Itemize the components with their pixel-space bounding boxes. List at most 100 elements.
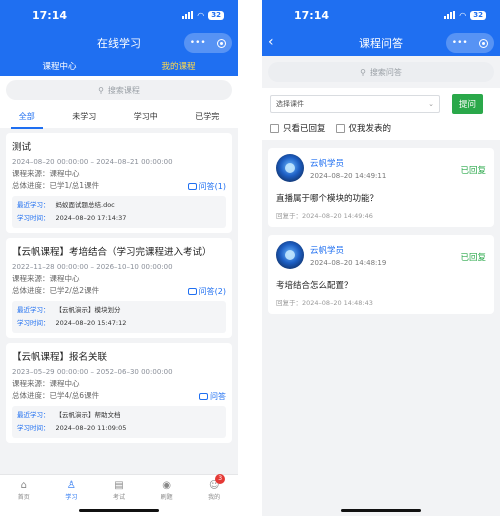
- recent-study-key: 最近学习：: [17, 306, 50, 314]
- tab-course-center[interactable]: 课程中心: [42, 60, 76, 72]
- miniapp-capsule[interactable]: •••: [446, 33, 494, 53]
- qa-label: 问答(2): [198, 287, 226, 296]
- avatar: [276, 154, 304, 182]
- reply-time: 回复于：2024–08–20 14:49:46: [276, 212, 373, 220]
- page-title: 课程问答: [359, 37, 403, 50]
- question-author: 云帆学员: [310, 245, 345, 256]
- course-title: 【云帆课程】报名关联: [12, 352, 108, 363]
- nav-label: 刷题: [160, 493, 173, 501]
- status-time: 17:14: [32, 8, 68, 22]
- header: 17:14 ◠ 32 ‹ 课程问答 •••: [262, 0, 500, 56]
- select-label: 选择课件: [276, 100, 304, 108]
- status-time: 17:14: [294, 8, 330, 22]
- more-icon[interactable]: •••: [452, 38, 468, 48]
- course-progress: 总体进度：已学4/总6课件: [12, 391, 100, 400]
- miniapp-capsule[interactable]: •••: [184, 33, 232, 53]
- nav-label: 首页: [17, 493, 30, 501]
- course-source: 课程来源：课程中心: [12, 169, 80, 178]
- question-time: 2024–08–20 14:48:19: [310, 258, 387, 267]
- nav-label: 我的: [208, 493, 221, 501]
- back-arrow-icon[interactable]: ‹: [268, 33, 274, 51]
- recent-study-value: 蚂蚁面试题总结.doc: [55, 201, 115, 209]
- search-icon: ⚲: [98, 85, 104, 95]
- study-time-key: 学习时间：: [17, 214, 50, 222]
- top-tabs: 课程中心 我的课程: [0, 56, 238, 76]
- search-input[interactable]: ⚲ 搜索课程: [6, 80, 232, 100]
- course-title: 测试: [12, 142, 32, 153]
- question-card[interactable]: 云帆学员 2024–08–20 14:49:11 已回复 直播属于哪个模块的功能…: [268, 148, 494, 227]
- search-icon: ⚲: [360, 67, 366, 77]
- more-icon[interactable]: •••: [190, 38, 206, 48]
- tab-not-started[interactable]: 未学习: [70, 107, 98, 126]
- ask-question-button[interactable]: 提问: [452, 94, 484, 114]
- only-replied-checkbox[interactable]: 只看已回复: [270, 122, 326, 134]
- qa-label: 问答(1): [198, 182, 226, 191]
- checkbox-icon: [335, 123, 345, 133]
- qa-filter-area: 选择课件 ⌄ 提问 只看已回复 仅我发表的: [262, 88, 500, 140]
- chat-icon: [187, 183, 197, 190]
- course-dates: 2022–11–28 00:00:00 – 2026–10–10 00:00:0…: [12, 263, 173, 271]
- course-title: 【云帆课程】考培结合（学习完课程进入考试）: [12, 247, 212, 258]
- nav-home[interactable]: ⌂ 首页: [9, 479, 39, 501]
- study-time-key: 学习时间：: [17, 319, 50, 327]
- practice-icon: ◉: [162, 479, 171, 491]
- chat-icon: [187, 288, 197, 295]
- exam-icon: ▤: [114, 479, 124, 491]
- course-card[interactable]: 【云帆课程】报名关联 2023–05–29 00:00:00 – 2052–06…: [6, 343, 232, 443]
- recent-study-value: 【云帆演示】帮助文档: [55, 411, 121, 419]
- nav-label: 考试: [112, 493, 125, 501]
- only-mine-checkbox[interactable]: 仅我发表的: [335, 122, 392, 134]
- recent-study-box: 最近学习： 【云帆演示】模块划分 学习时间： 2024–08–20 15:47:12: [12, 301, 226, 333]
- tab-my-courses[interactable]: 我的课程: [161, 60, 195, 72]
- course-dates: 2024–08–20 00:00:00 – 2024–08–21 00:00:0…: [12, 158, 173, 166]
- recent-study-key: 最近学习：: [17, 411, 50, 419]
- course-source: 课程来源：课程中心: [12, 274, 80, 283]
- checkbox-label: 仅我发表的: [348, 124, 392, 134]
- status-bar: 17:14 ◠ 32: [262, 0, 500, 30]
- qa-label: 问答: [210, 392, 226, 401]
- qa-link[interactable]: 问答: [199, 391, 226, 402]
- page-title: 在线学习: [97, 37, 141, 50]
- tab-all[interactable]: 全部: [10, 107, 43, 129]
- avatar: [276, 241, 304, 269]
- home-indicator: [341, 509, 421, 512]
- close-miniapp-icon[interactable]: [479, 38, 489, 48]
- nav-label: 学习: [65, 493, 78, 501]
- courseware-select[interactable]: 选择课件 ⌄: [270, 95, 440, 113]
- study-icon: ♙: [66, 479, 76, 491]
- qa-link[interactable]: 问答(1): [187, 181, 226, 192]
- nav-bar: 在线学习 •••: [0, 30, 238, 56]
- tab-in-progress[interactable]: 学习中: [132, 107, 160, 126]
- study-time-value: 2024–08–20 15:47:12: [55, 319, 127, 327]
- course-card[interactable]: 测试 2024–08–20 00:00:00 – 2024–08–21 00:0…: [6, 133, 232, 233]
- search-placeholder: 搜索问答: [369, 67, 402, 77]
- tab-completed[interactable]: 已学完: [193, 107, 221, 126]
- nav-practice[interactable]: ◉ 刷题: [152, 479, 182, 501]
- home-icon: ⌂: [20, 479, 27, 491]
- search-input[interactable]: ⚲ 搜索问答: [268, 62, 494, 82]
- question-author: 云帆学员: [310, 158, 345, 169]
- nav-profile[interactable]: 3 ☺ 我的: [199, 473, 229, 501]
- study-time-value: 2024–08–20 11:09:05: [55, 424, 127, 432]
- close-miniapp-icon[interactable]: [217, 38, 227, 48]
- recent-study-key: 最近学习：: [17, 201, 50, 209]
- course-source: 课程来源：课程中心: [12, 379, 80, 388]
- recent-study-value: 【云帆演示】模块划分: [55, 306, 121, 314]
- nav-exam[interactable]: ▤ 考试: [104, 479, 134, 501]
- checkbox-label: 只看已回复: [283, 124, 326, 134]
- learning-screen: 17:14 ◠ 32 在线学习 ••• 课程中心 我的课程 ⚲ 搜索课程 全部 …: [0, 0, 238, 516]
- question-time: 2024–08–20 14:49:11: [310, 171, 387, 180]
- chat-icon: [199, 393, 208, 400]
- course-card[interactable]: 【云帆课程】考培结合（学习完课程进入考试） 2022–11–28 00:00:0…: [6, 238, 232, 338]
- status-badge: 已回复: [460, 253, 486, 263]
- chevron-down-icon: ⌄: [428, 100, 434, 108]
- nav-study[interactable]: ♙ 学习: [56, 479, 86, 501]
- signal-icon: [182, 11, 194, 19]
- qa-link[interactable]: 问答(2): [187, 286, 226, 297]
- filter-tabs: 全部 未学习 学习中 已学完: [0, 104, 238, 129]
- question-card[interactable]: 云帆学员 2024–08–20 14:48:19 已回复 考培结合怎么配置？ 回…: [268, 235, 494, 314]
- header: 17:14 ◠ 32 在线学习 ••• 课程中心 我的课程: [0, 0, 238, 76]
- nav-bar: ‹ 课程问答 •••: [262, 30, 500, 56]
- signal-icon: [444, 11, 456, 19]
- status-bar: 17:14 ◠ 32: [0, 0, 238, 30]
